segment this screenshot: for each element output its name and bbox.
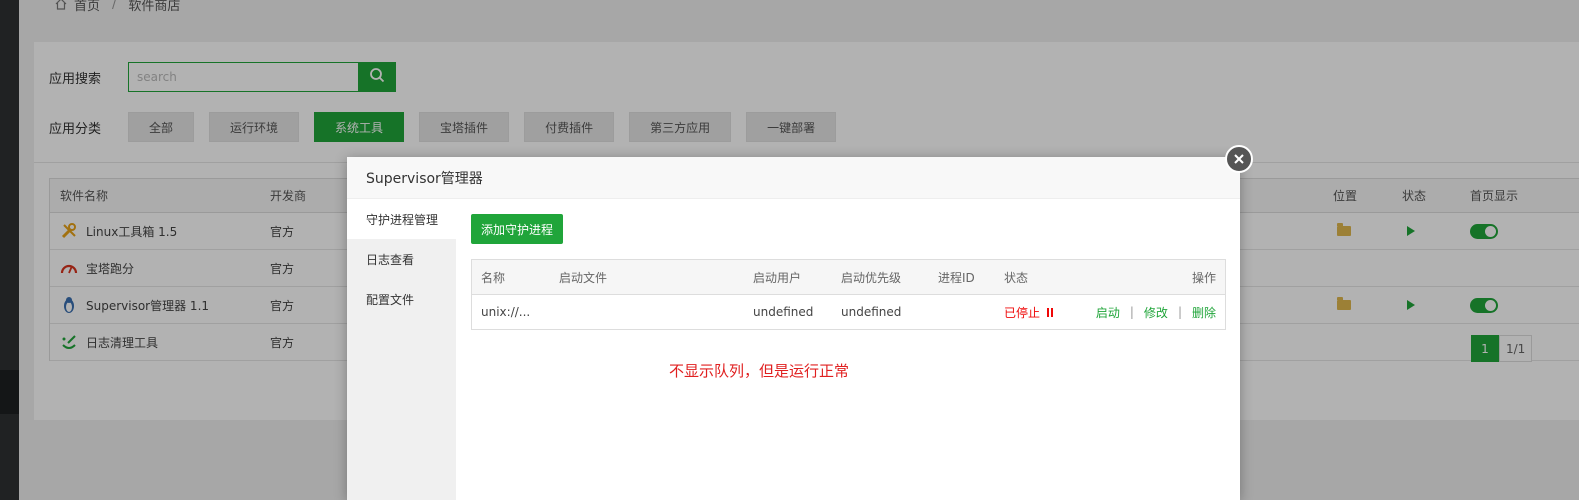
column-header-name: 名称 (481, 270, 506, 285)
close-button[interactable] (1225, 145, 1253, 173)
process-actions: 启动 | 修改 | 删除 (1096, 295, 1216, 329)
column-header-pid: 进程ID (938, 270, 975, 285)
process-priority: undefined (841, 305, 902, 319)
delete-button[interactable]: 删除 (1192, 304, 1216, 321)
process-start-user: undefined (753, 305, 814, 319)
action-separator: | (1177, 305, 1182, 319)
column-header-actions: 操作 (1191, 270, 1216, 285)
status-badge[interactable]: 已停止 (1004, 295, 1054, 329)
modal-sidebar: 守护进程管理 日志查看 配置文件 (347, 199, 456, 500)
edit-button[interactable]: 修改 (1144, 304, 1168, 321)
process-name: unix://... (481, 305, 531, 319)
process-table: 名称 启动文件 启动用户 启动优先级 进程ID 状态 操作 unix://...… (471, 259, 1226, 330)
column-header-start-file: 启动文件 (559, 270, 608, 285)
action-separator: | (1129, 305, 1134, 319)
pause-icon (1047, 307, 1054, 317)
add-daemon-button[interactable]: 添加守护进程 (471, 214, 564, 244)
process-table-header: 名称 启动文件 启动用户 启动优先级 进程ID 状态 操作 (472, 260, 1225, 295)
tab-config-file[interactable]: 配置文件 (347, 279, 456, 319)
supervisor-modal: Supervisor管理器 守护进程管理 日志查看 配置文件 添加守护进程 名称… (347, 157, 1240, 500)
status-text: 已停止 (1004, 305, 1041, 320)
tab-log-view[interactable]: 日志查看 (347, 239, 456, 279)
annotation-text: 不显示队列，但是运行正常 (669, 362, 850, 380)
table-row: unix://... undefined undefined 已停止 启动 | … (472, 295, 1225, 329)
modal-title: Supervisor管理器 (347, 157, 1240, 199)
close-icon (1233, 153, 1245, 165)
column-header-priority: 启动优先级 (841, 270, 902, 285)
start-button[interactable]: 启动 (1096, 304, 1120, 321)
column-header-start-user: 启动用户 (753, 270, 802, 285)
tab-process-management[interactable]: 守护进程管理 (347, 199, 456, 239)
column-header-state: 状态 (1004, 270, 1029, 285)
